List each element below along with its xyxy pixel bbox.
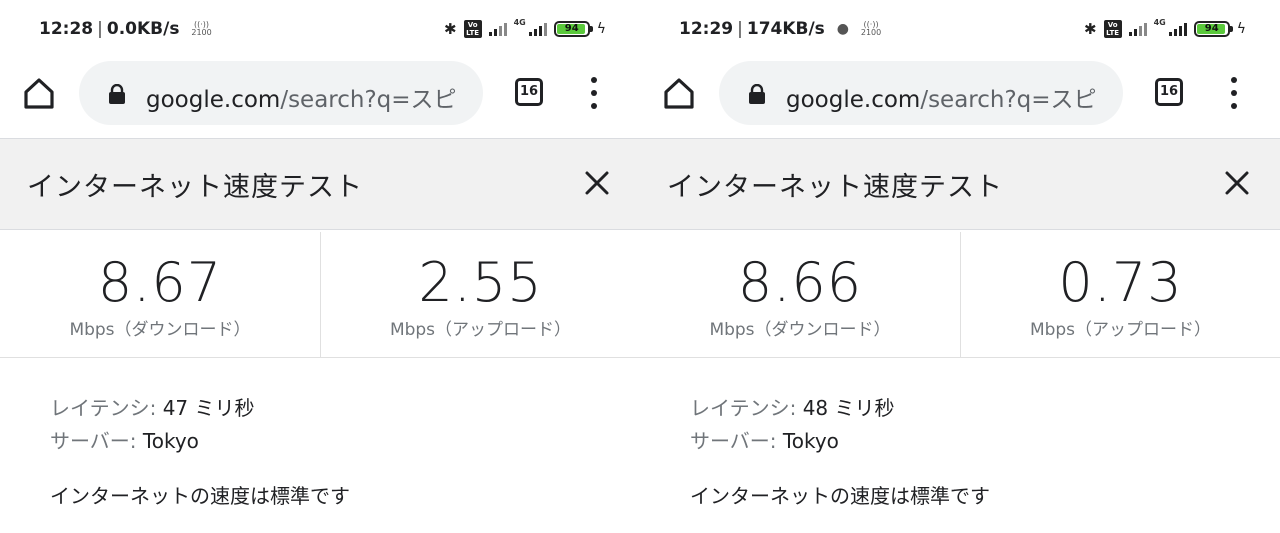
lock-icon (109, 84, 125, 104)
latency-row: レイテンシ: 47 ミリ秒 (50, 392, 255, 425)
signal-icon-2 (528, 22, 547, 36)
network-type: 4G (513, 18, 526, 27)
status-bar: 12:28 | 0.0KB/s ((·)) 2100 ✱ Vo LTE 4G 94 ϟ (0, 0, 640, 58)
speedtest-header: インターネット速度テスト (640, 138, 1280, 230)
server-row: サーバー: Tokyo (50, 425, 255, 458)
server-key: サーバー: (50, 429, 137, 453)
network-speed: 0.0KB/s (106, 19, 180, 39)
volte-icon: Vo LTE (463, 20, 482, 38)
download-value: 8.67 (97, 251, 223, 314)
network-type: 4G (1153, 18, 1166, 27)
upload-label: Mbps（アップロード） (1029, 320, 1212, 340)
status-bar: 12:29 | 174KB/s ● ((·)) 2100 ✱ Vo LTE 4G 94 … (640, 0, 1280, 58)
home-icon[interactable] (22, 76, 56, 110)
battery-level: 94 (1204, 23, 1219, 34)
separator: | (737, 19, 743, 39)
upload-value: 0.73 (1058, 251, 1183, 314)
upload-label: Mbps（アップロード） (389, 320, 572, 340)
screenshot-left: 12:28 | 0.0KB/s ((·)) 2100 ✱ Vo LTE 4G 94 ϟ (0, 0, 640, 533)
battery-level: 94 (564, 23, 579, 34)
speedtest-title: インターネット速度テスト (27, 172, 363, 203)
upload-result: 2.55 Mbps（アップロード） (320, 232, 640, 357)
signal-icon-2 (1168, 22, 1187, 36)
url-path: /search?q=スピ (920, 87, 1097, 113)
browser-toolbar: google.com/search?q=スピ 16 (0, 58, 640, 138)
lock-icon (749, 84, 765, 104)
url-host: google.com (786, 87, 921, 113)
close-icon[interactable] (583, 169, 611, 197)
address-bar[interactable]: google.com/search?q=スピ (719, 61, 1123, 125)
status-right: ✱ Vo LTE 4G 94 ϟ (1084, 18, 1246, 40)
test-details: レイテンシ: 48 ミリ秒 サーバー: Tokyo (690, 392, 895, 458)
charging-bolt-icon: ϟ (596, 21, 606, 37)
download-result: 8.67 Mbps（ダウンロード） (0, 232, 320, 357)
upload-result: 0.73 Mbps（アップロード） (960, 232, 1280, 357)
speed-results: 8.67 Mbps（ダウンロード） 2.55 Mbps（アップロード） (0, 232, 640, 358)
charging-bolt-icon: ϟ (1236, 21, 1246, 37)
network-speed: 174KB/s (746, 19, 825, 39)
url-host: google.com (146, 87, 281, 113)
url-text[interactable]: google.com/search?q=スピ (146, 80, 466, 114)
server-value: Tokyo (142, 429, 199, 453)
data-saver-drop-icon: ● (836, 21, 849, 37)
speed-results: 8.66 Mbps（ダウンロード） 0.73 Mbps（アップロード） (640, 232, 1280, 358)
tab-switcher-button[interactable]: 16 (515, 78, 543, 106)
volte-icon: Vo LTE (1103, 20, 1122, 38)
hotspot-icon: ((·)) 2100 (860, 20, 882, 37)
address-bar[interactable]: google.com/search?q=スピ (79, 61, 483, 125)
download-label: Mbps（ダウンロード） (69, 320, 251, 340)
overflow-menu-icon[interactable] (584, 77, 604, 109)
speedtest-title: インターネット速度テスト (667, 172, 1003, 203)
download-result: 8.66 Mbps（ダウンロード） (640, 232, 960, 357)
server-key: サーバー: (690, 429, 777, 453)
bluetooth-icon: ✱ (444, 20, 457, 38)
latency-value: 47 ミリ秒 (162, 396, 255, 420)
close-icon[interactable] (1223, 169, 1251, 197)
latency-key: レイテンシ: (690, 396, 797, 420)
clock: 12:29 (679, 19, 734, 39)
signal-icon (1128, 22, 1147, 36)
battery-icon: 94 (553, 21, 593, 37)
hotspot-icon: ((·)) 2100 (191, 20, 212, 37)
home-icon[interactable] (662, 76, 696, 110)
status-right: ✱ Vo LTE 4G 94 ϟ (444, 18, 606, 40)
latency-key: レイテンシ: (50, 396, 157, 420)
screenshot-right: 12:29 | 174KB/s ● ((·)) 2100 ✱ Vo LTE 4G 94 … (640, 0, 1280, 533)
separator: | (97, 19, 103, 39)
server-value: Tokyo (782, 429, 839, 453)
speed-verdict: インターネットの速度は標準です (690, 484, 990, 508)
latency-row: レイテンシ: 48 ミリ秒 (690, 392, 895, 425)
speed-verdict: インターネットの速度は標準です (50, 484, 350, 508)
server-row: サーバー: Tokyo (690, 425, 895, 458)
browser-toolbar: google.com/search?q=スピ 16 (640, 58, 1280, 138)
url-text[interactable]: google.com/search?q=スピ (786, 80, 1106, 114)
download-value: 8.66 (737, 251, 863, 314)
overflow-menu-icon[interactable] (1224, 77, 1244, 109)
band-label: 2100 (860, 28, 882, 37)
clock: 12:28 (39, 19, 94, 39)
tab-switcher-button[interactable]: 16 (1155, 78, 1183, 106)
signal-icon (488, 22, 507, 36)
band-label: 2100 (191, 28, 212, 37)
battery-icon: 94 (1193, 21, 1233, 37)
test-details: レイテンシ: 47 ミリ秒 サーバー: Tokyo (50, 392, 255, 458)
latency-value: 48 ミリ秒 (802, 396, 895, 420)
bluetooth-icon: ✱ (1084, 20, 1097, 38)
download-label: Mbps（ダウンロード） (709, 320, 891, 340)
url-path: /search?q=スピ (280, 87, 457, 113)
status-left: 12:28 | 0.0KB/s ((·)) 2100 (39, 19, 212, 39)
upload-value: 2.55 (418, 251, 543, 314)
speedtest-header: インターネット速度テスト (0, 138, 640, 230)
status-left: 12:29 | 174KB/s ● ((·)) 2100 (679, 19, 881, 39)
